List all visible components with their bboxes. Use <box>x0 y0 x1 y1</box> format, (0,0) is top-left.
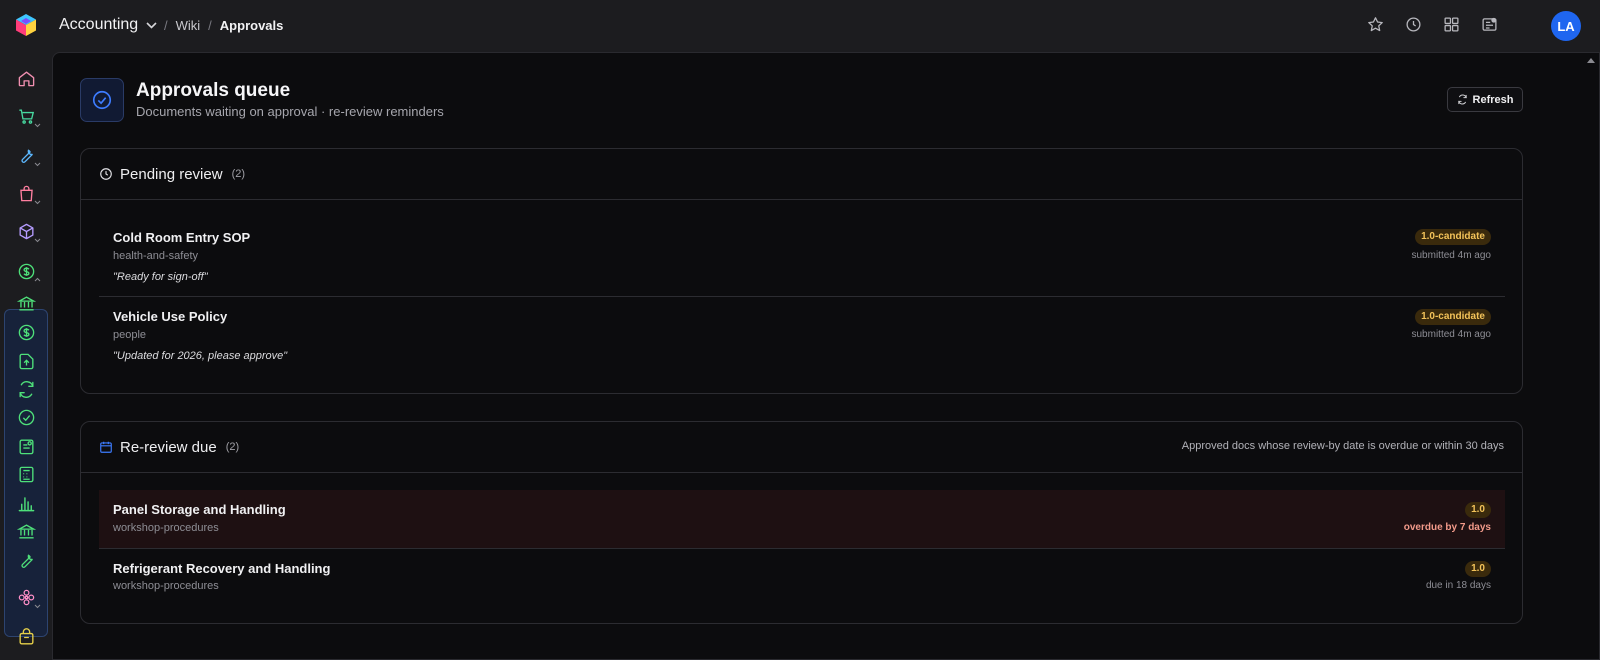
scroll-up-arrow[interactable] <box>1587 58 1595 63</box>
clock-icon <box>100 168 112 180</box>
inbox-icon[interactable] <box>1481 16 1498 33</box>
wrench-icon <box>20 148 33 163</box>
item-title: Refrigerant Recovery and Handling <box>113 561 331 576</box>
chevron-up-icon <box>34 277 41 282</box>
clock-icon[interactable] <box>1405 16 1422 33</box>
wrench-icon <box>20 553 33 568</box>
sidebar-item-banking[interactable] <box>14 291 38 315</box>
box-icon <box>18 627 34 645</box>
sidebar-item-finance-tools[interactable] <box>14 548 38 572</box>
list-item-overdue[interactable]: Panel Storage and Handling workshop-proc… <box>99 490 1505 548</box>
receipt-icon <box>18 438 34 454</box>
breadcrumb: / Wiki / Approvals <box>164 18 283 33</box>
due-status: overdue by 7 days <box>1403 522 1491 533</box>
sidebar-item-home[interactable] <box>14 66 38 90</box>
pending-review-header: Pending review (2) <box>81 149 1522 200</box>
breadcrumb-approvals: Approvals <box>219 18 284 33</box>
list-item[interactable]: Vehicle Use Policy people "Updated for 2… <box>99 297 1505 376</box>
version-badge: 1.0-candidate <box>1415 309 1491 325</box>
item-category: health-and-safety <box>113 250 198 262</box>
item-note: "Updated for 2026, please approve" <box>113 350 288 362</box>
item-note: "Ready for sign-off" <box>113 271 208 283</box>
chevron-down-icon <box>34 604 41 609</box>
breadcrumb-wiki[interactable]: Wiki <box>176 18 201 33</box>
version-badge: 1.0-candidate <box>1415 229 1491 245</box>
item-category: workshop-procedures <box>113 580 219 592</box>
item-title: Vehicle Use Policy <box>113 309 228 324</box>
sidebar-rail <box>0 52 52 660</box>
calendar-icon <box>100 441 112 453</box>
bag-icon <box>19 185 33 201</box>
sidebar-item-reports[interactable] <box>14 491 38 515</box>
calculator-icon <box>18 466 34 482</box>
pending-review-card: Pending review (2) Cold Room Entry SOP h… <box>80 148 1523 394</box>
refresh-icon <box>1457 94 1467 105</box>
breadcrumb-separator: / <box>208 18 212 33</box>
approvals-badge <box>80 78 124 122</box>
sidebar-item-budgets[interactable] <box>14 462 38 486</box>
list-item[interactable]: Cold Room Entry SOP health-and-safety "R… <box>99 217 1505 296</box>
app-logo-icon[interactable] <box>14 13 38 37</box>
refresh-icon <box>18 380 34 398</box>
submitted-time: submitted 4m ago <box>1411 250 1492 261</box>
workspace-switcher[interactable]: Accounting <box>59 16 157 34</box>
workspace-name: Accounting <box>59 16 139 33</box>
chevron-down-icon <box>34 200 41 205</box>
check-circle-icon <box>92 90 112 110</box>
submitted-time: submitted 4m ago <box>1411 329 1492 340</box>
user-avatar[interactable]: LA <box>1551 11 1581 41</box>
rereview-due-note: Approved docs whose review-by date is ov… <box>1181 440 1504 452</box>
home-icon <box>18 70 34 86</box>
sidebar-item-import[interactable] <box>14 349 38 373</box>
cart-icon <box>18 108 34 124</box>
rereview-due-card: Re-review due (2) Approved docs whose re… <box>80 421 1523 624</box>
sidebar-item-accounts[interactable] <box>14 519 38 543</box>
sidebar-item-payments[interactable] <box>14 320 38 344</box>
chevron-down-icon <box>34 162 41 167</box>
rereview-due-count: (2) <box>225 441 240 453</box>
sidebar-item-expenses[interactable] <box>14 434 38 458</box>
pending-review-title: Pending review <box>120 165 223 183</box>
upload-icon <box>18 353 34 369</box>
dollar-icon <box>18 263 34 279</box>
list-item[interactable]: Refrigerant Recovery and Handling worksh… <box>99 549 1505 607</box>
page-title: Approvals queue <box>136 80 291 101</box>
chevron-down-icon <box>34 123 41 128</box>
grid-icon[interactable] <box>1443 16 1460 33</box>
rereview-due-title: Re-review due <box>120 438 217 456</box>
refresh-button[interactable]: Refresh <box>1447 87 1523 112</box>
sidebar-item-approvals[interactable] <box>14 405 38 429</box>
top-bar: Accounting / Wiki / Approvals LA <box>0 0 1600 52</box>
refresh-label: Refresh <box>1472 93 1514 106</box>
item-category: people <box>113 329 147 341</box>
page-subtitle: Documents waiting on approval · re-revie… <box>136 104 444 119</box>
bank-icon <box>16 523 36 539</box>
due-status: due in 18 days <box>1425 580 1491 591</box>
version-badge: 1.0 <box>1465 502 1491 518</box>
main-panel: Approvals queue Documents waiting on app… <box>52 52 1600 660</box>
item-title: Panel Storage and Handling <box>113 502 286 517</box>
star-icon[interactable] <box>1367 16 1384 33</box>
version-badge: 1.0 <box>1465 561 1491 577</box>
bank-icon <box>16 295 36 311</box>
flower-icon <box>18 589 34 605</box>
breadcrumb-separator: / <box>164 18 168 33</box>
chevron-down-icon <box>146 21 157 29</box>
boxes-icon <box>18 223 34 239</box>
pending-review-count: (2) <box>231 168 246 180</box>
item-category: workshop-procedures <box>113 522 219 534</box>
dollar-icon <box>18 324 34 340</box>
sidebar-item-documents[interactable] <box>14 625 38 649</box>
rereview-due-header: Re-review due (2) Approved docs whose re… <box>81 422 1522 473</box>
check-icon <box>18 409 34 425</box>
item-title: Cold Room Entry SOP <box>113 230 251 245</box>
chevron-down-icon <box>34 238 41 243</box>
top-actions <box>1367 16 1498 33</box>
sidebar-item-reconcile[interactable] <box>14 377 38 401</box>
bar-chart-icon <box>18 496 34 511</box>
